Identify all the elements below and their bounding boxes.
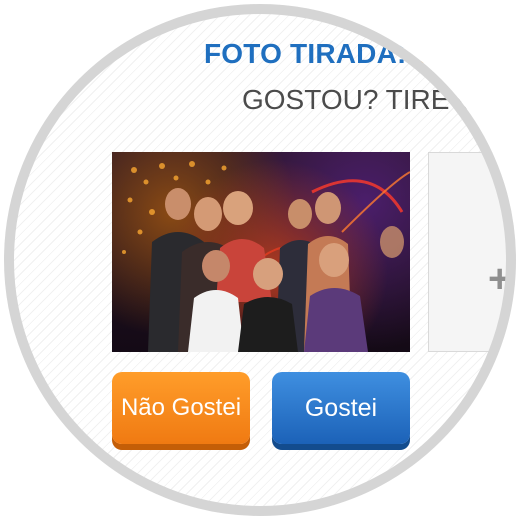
- title-text: FOTO TIRADA!: [204, 38, 407, 69]
- next-photo-card[interactable]: [428, 152, 516, 352]
- photo-image: [122, 161, 410, 352]
- page-subtitle: GOSTOU? TIRE OU: [242, 84, 500, 115]
- captured-photo: [112, 152, 410, 352]
- page-title: FOTO TIRADA! V: [204, 38, 433, 70]
- dislike-button[interactable]: Não Gostei: [112, 372, 250, 444]
- circular-frame: FOTO TIRADA! V GOSTOU? TIRE OU + Não Gos…: [4, 4, 516, 516]
- like-button[interactable]: Gostei: [272, 372, 410, 444]
- plus-icon[interactable]: +: [488, 259, 511, 299]
- title-accent: V: [414, 38, 434, 69]
